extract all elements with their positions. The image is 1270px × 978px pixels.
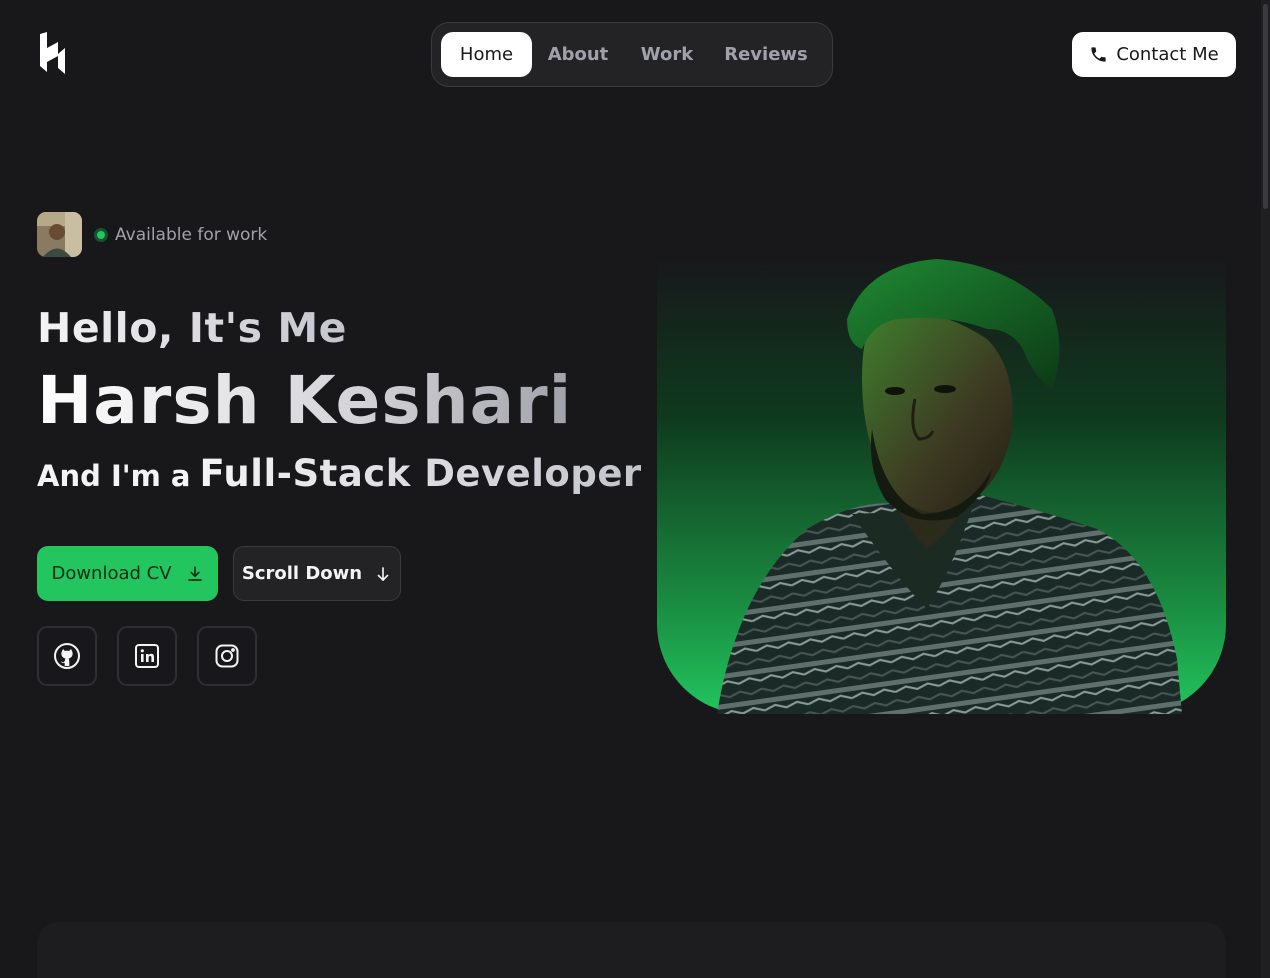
next-section-card [37, 922, 1226, 978]
scroll-down-label: Scroll Down [241, 563, 363, 584]
page-scrollbar[interactable] [1261, 0, 1270, 978]
phone-icon [1091, 47, 1106, 62]
github-link[interactable] [37, 626, 97, 686]
hero-role: And I'm a Full-Stack Developer [37, 452, 642, 495]
instagram-icon [215, 644, 239, 668]
hero-portrait [657, 259, 1226, 714]
hero-name: Harsh Keshari [37, 362, 573, 439]
status-text: Available for work [115, 225, 268, 245]
arrow-down-icon [377, 566, 389, 581]
role-prefix: And I'm a [37, 459, 191, 493]
role-title: Full-Stack Developer [199, 452, 642, 495]
contact-me-label: Contact Me [1116, 44, 1219, 65]
availability-status: Available for work [94, 224, 267, 246]
main-nav: Home About Work Reviews [431, 22, 833, 87]
download-cv-button[interactable]: Download CV [37, 546, 218, 601]
brand-logo-icon[interactable] [38, 32, 66, 76]
instagram-link[interactable] [197, 626, 257, 686]
linkedin-link[interactable] [117, 626, 177, 686]
download-cv-label: Download CV [51, 563, 172, 584]
linkedin-icon [135, 644, 159, 668]
avatar [37, 212, 82, 257]
github-icon [54, 643, 80, 669]
contact-me-button[interactable]: Contact Me [1072, 32, 1236, 77]
nav-item-reviews[interactable]: Reviews [710, 32, 822, 77]
nav-item-home[interactable]: Home [441, 32, 532, 77]
download-icon [187, 565, 202, 581]
nav-item-work[interactable]: Work [624, 32, 710, 77]
hero-greeting: Hello, It's Me [37, 304, 347, 352]
nav-item-about[interactable]: About [532, 32, 624, 77]
status-dot [94, 228, 108, 242]
scrollbar-thumb[interactable] [1263, 4, 1268, 209]
scroll-down-button[interactable]: Scroll Down [233, 546, 401, 601]
